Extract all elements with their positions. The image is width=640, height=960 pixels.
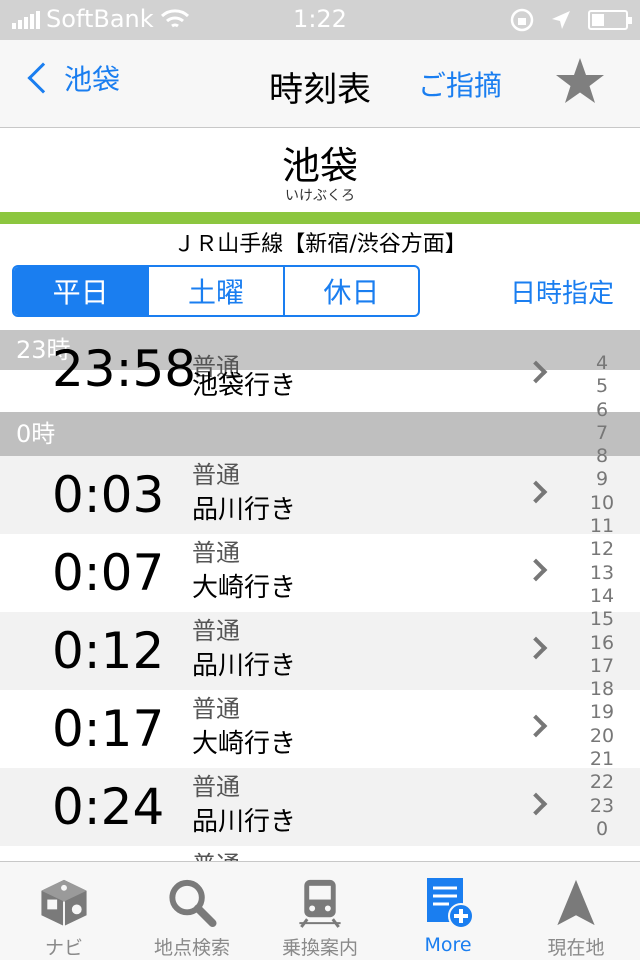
hour-index-item[interactable]: 4 xyxy=(596,352,608,375)
chevron-right-icon xyxy=(524,792,548,816)
more-document-plus-icon xyxy=(427,878,474,929)
hour-index-item[interactable]: 7 xyxy=(596,422,608,445)
chevron-right-icon xyxy=(524,558,548,582)
hour-index[interactable]: 4 5 6 7 8 9 10 11 12 13 14 15 16 17 18 1… xyxy=(582,352,622,841)
chevron-right-icon xyxy=(524,714,548,738)
timetable-row[interactable]: 0:03 普通 品川行き xyxy=(0,456,640,534)
battery-icon xyxy=(588,10,632,30)
back-label: 池袋 xyxy=(64,63,121,96)
status-bar: SoftBank 1:22 xyxy=(0,0,640,40)
hour-index-item[interactable]: 16 xyxy=(590,632,614,655)
tab-label: 地点検索 xyxy=(153,937,230,959)
destination: 品川行き xyxy=(192,651,297,681)
departure-time: 23:58 xyxy=(52,340,197,398)
station-name: 池袋 xyxy=(281,144,358,188)
tab-current-location[interactable]: 現在地 xyxy=(512,862,640,960)
train-type: 普通 xyxy=(192,850,240,861)
hour-index-item[interactable]: 5 xyxy=(596,375,608,398)
tab-label: 現在地 xyxy=(547,937,605,959)
hour-index-item[interactable]: 13 xyxy=(590,562,614,585)
status-right xyxy=(510,8,632,32)
chevron-left-icon xyxy=(27,62,59,94)
hour-index-item[interactable]: 11 xyxy=(590,515,614,538)
timetable-row[interactable]: 0:17 普通 大崎行き xyxy=(0,690,640,768)
date-time-button[interactable]: 日時指定 xyxy=(510,273,614,310)
destination: 大崎行き xyxy=(192,729,297,759)
location-arrow-icon xyxy=(557,879,595,926)
timetable-list[interactable]: 23時 23:58 普通 池袋行き 0時 0:03 普通 品川行き 0:07 普… xyxy=(0,330,640,861)
navi-cube-icon xyxy=(41,879,87,927)
timetable-row[interactable]: 23:58 普通 池袋行き xyxy=(0,340,640,412)
hour-index-item[interactable]: 0 xyxy=(596,818,608,841)
timetable-row[interactable]: 0:24 普通 品川行き xyxy=(0,768,640,846)
train-type: 普通 xyxy=(192,617,240,645)
navigation-bar: 池袋 時刻表 ご指摘 xyxy=(0,40,640,128)
hour-index-item[interactable]: 22 xyxy=(590,771,614,794)
tab-point-search[interactable]: 地点検索 xyxy=(128,862,256,960)
tab-transfer[interactable]: 乗換案内 xyxy=(256,862,384,960)
hour-index-item[interactable]: 8 xyxy=(596,445,608,468)
hour-header: 0時 xyxy=(0,412,640,456)
hour-index-item[interactable]: 18 xyxy=(590,678,614,701)
tab-more[interactable]: More xyxy=(384,862,512,960)
destination: 品川行き xyxy=(192,495,297,525)
hour-index-item[interactable]: 17 xyxy=(590,655,614,678)
report-button[interactable]: ご指摘 xyxy=(418,64,502,104)
tab-weekday[interactable]: 平日 xyxy=(14,267,150,315)
destination: 品川行き xyxy=(192,807,297,837)
train-type: 普通 xyxy=(192,539,240,567)
hour-index-item[interactable]: 6 xyxy=(596,399,608,422)
destination: 大崎行き xyxy=(192,573,297,603)
line-color-bar xyxy=(0,212,640,224)
hour-index-item[interactable]: 19 xyxy=(590,701,614,724)
departure-time: 0:12 xyxy=(52,622,165,680)
train-icon xyxy=(299,879,341,928)
back-button[interactable]: 池袋 xyxy=(20,58,120,98)
chevron-right-icon xyxy=(524,480,548,504)
tab-saturday[interactable]: 土曜 xyxy=(149,267,285,315)
train-type: 普通 xyxy=(192,695,240,723)
tab-label: More xyxy=(424,934,472,956)
hour-index-item[interactable]: 15 xyxy=(590,608,614,631)
timetable-row[interactable]: 0:12 普通 品川行き xyxy=(0,612,640,690)
tab-navi[interactable]: ナビ xyxy=(0,862,128,960)
star-icon[interactable] xyxy=(552,54,608,110)
rotation-lock-icon xyxy=(510,8,534,32)
hour-index-item[interactable]: 9 xyxy=(596,468,608,491)
hour-index-item[interactable]: 12 xyxy=(590,538,614,561)
chevron-right-icon xyxy=(524,636,548,660)
destination: 池袋行き xyxy=(192,371,297,401)
tab-holiday[interactable]: 休日 xyxy=(285,267,418,315)
hour-index-item[interactable]: 10 xyxy=(590,492,614,515)
line-name: ＪＲ山手線【新宿/渋谷方面】 xyxy=(173,232,467,257)
departure-time: 0:03 xyxy=(52,466,165,524)
departure-time: 0:24 xyxy=(52,778,165,836)
station-header: 池袋 いけぶくろ xyxy=(0,128,640,212)
departure-time: 0:07 xyxy=(52,544,165,602)
tab-label: 乗換案内 xyxy=(281,937,358,959)
station-kana: いけぶくろ xyxy=(285,188,355,204)
location-services-icon xyxy=(552,11,570,29)
timetable-row[interactable]: 普通 xyxy=(0,846,640,861)
train-type: 普通 xyxy=(192,461,240,489)
hour-index-item[interactable]: 23 xyxy=(590,795,614,818)
hour-index-item[interactable]: 21 xyxy=(590,748,614,771)
hour-index-item[interactable]: 14 xyxy=(590,585,614,608)
tab-label: ナビ xyxy=(44,937,83,959)
day-type-segmented-control: 平日 土曜 休日 xyxy=(12,265,420,317)
timetable-row[interactable]: 0:07 普通 大崎行き xyxy=(0,534,640,612)
search-icon xyxy=(169,879,217,928)
train-type: 普通 xyxy=(192,773,240,801)
hour-index-item[interactable]: 20 xyxy=(590,725,614,748)
tab-bar: ナビ 地点検索 乗換案内 More 現在地 xyxy=(0,861,640,960)
departure-time: 0:17 xyxy=(52,700,165,758)
